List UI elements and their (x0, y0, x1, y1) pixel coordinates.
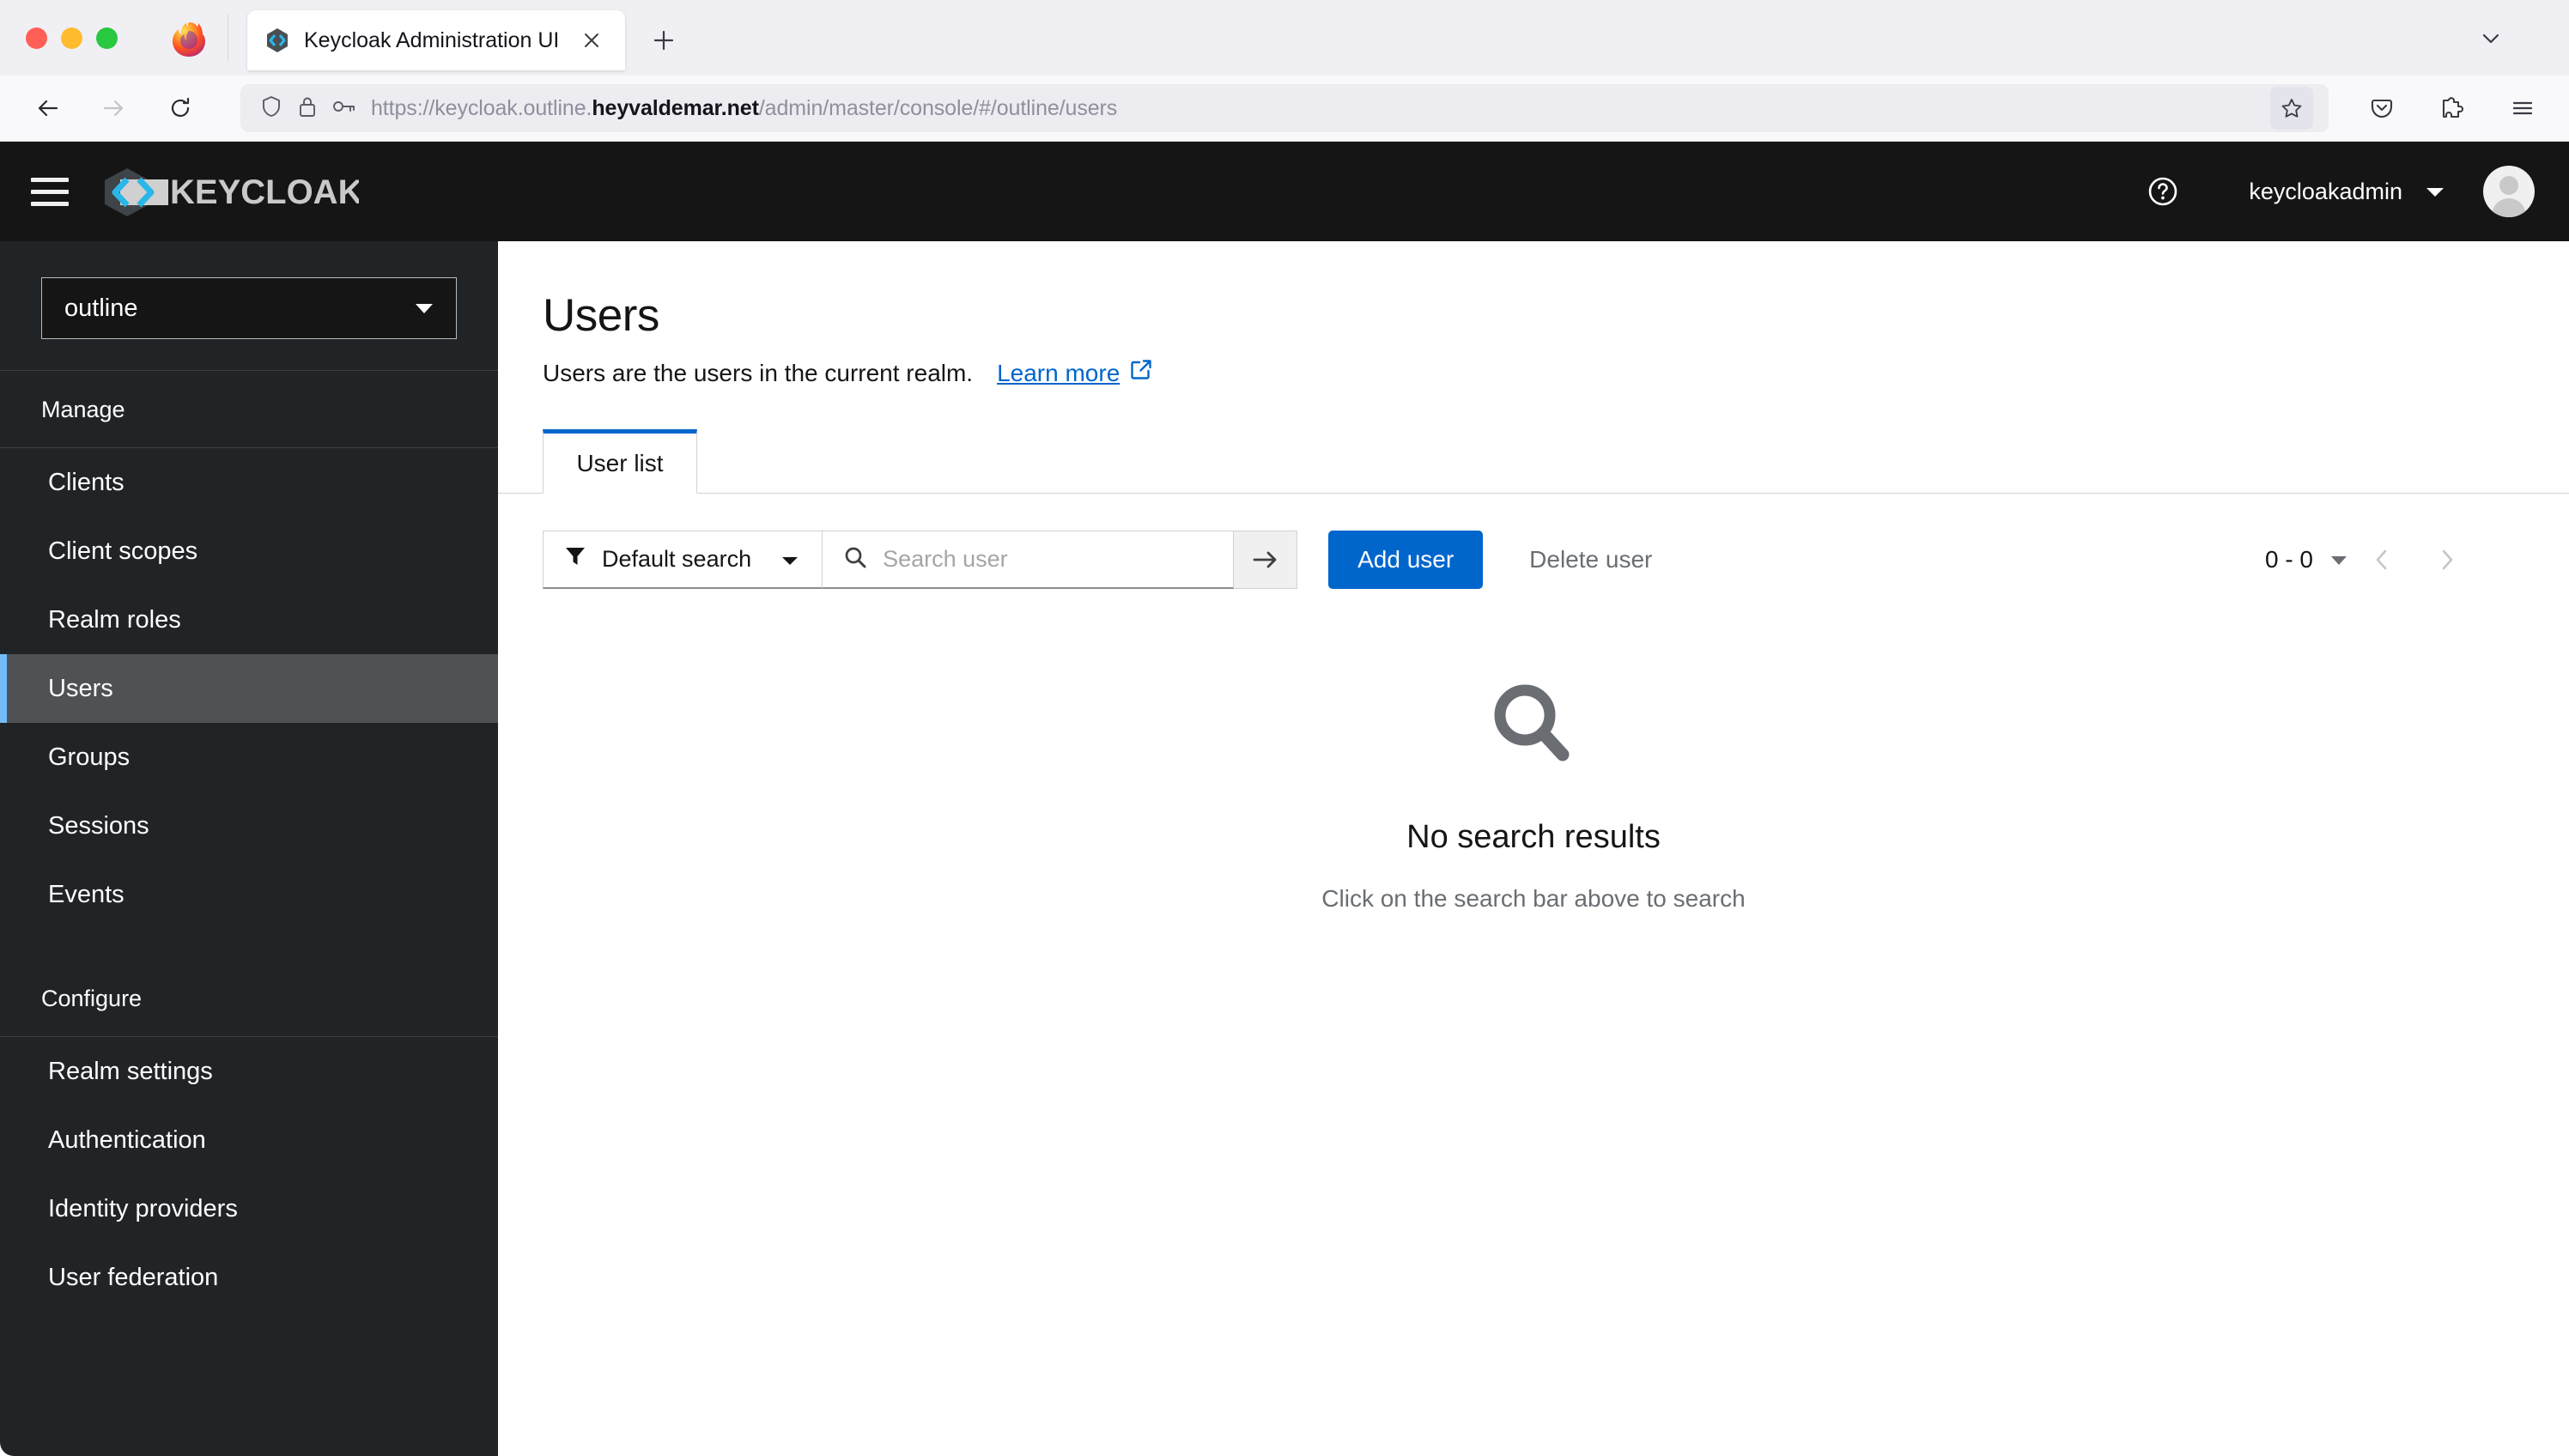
sidebar-item-label: Clients (48, 468, 125, 496)
app-body: outline Manage Clients Client scopes Rea… (0, 241, 2569, 1456)
keycloak-admin-app: KEYCLOAK keycloakadmin outline Manage Cl… (0, 142, 2569, 1456)
sidebar-item-label: Identity providers (48, 1194, 238, 1222)
browser-window: Keycloak Administration UI https://keycl… (0, 0, 2569, 1456)
sidebar-item-authentication[interactable]: Authentication (0, 1106, 498, 1174)
address-bar[interactable]: https://keycloak.outline.heyvaldemar.net… (240, 84, 2329, 132)
forward-arrow-icon (88, 82, 139, 134)
star-icon[interactable] (2270, 87, 2313, 130)
address-bar-url: https://keycloak.outline.heyvaldemar.net… (371, 95, 1118, 120)
sidebar-item-label: Realm settings (48, 1057, 213, 1085)
user-menu-button[interactable]: keycloakadmin (2249, 179, 2445, 205)
caret-down-icon (413, 294, 435, 323)
question-circle-icon[interactable] (2137, 166, 2189, 217)
search-input[interactable] (883, 546, 1213, 573)
minimize-window-button[interactable] (61, 27, 82, 49)
external-link-icon (1130, 359, 1152, 387)
realm-selector[interactable]: outline (41, 277, 457, 339)
keycloak-favicon-icon (264, 27, 290, 53)
tracking-protection-shield-icon[interactable] (259, 94, 283, 123)
sidebar-item-sessions[interactable]: Sessions (0, 792, 498, 860)
learn-more-link[interactable]: Learn more (997, 359, 1152, 387)
pagination-range: 0 - 0 (2264, 546, 2313, 573)
back-arrow-icon[interactable] (22, 82, 74, 134)
realm-selector-value: outline (64, 294, 138, 322)
tab-label: User list (576, 449, 664, 476)
empty-state-body: Click on the search bar above to search (1321, 885, 1746, 912)
browser-toolbar-actions (2342, 84, 2547, 132)
search-input-wrapper[interactable] (822, 531, 1235, 589)
app-masthead: KEYCLOAK keycloakadmin (0, 142, 2569, 241)
window-traffic-lights (14, 0, 118, 76)
add-user-button[interactable]: Add user (1328, 531, 1484, 589)
keycloak-logo[interactable]: KEYCLOAK (101, 166, 359, 217)
caret-down-icon (2425, 179, 2445, 205)
svg-text:KEYCLOAK: KEYCLOAK (170, 173, 359, 211)
page-description-row: Users are the users in the current realm… (543, 359, 2569, 387)
pocket-icon[interactable] (2358, 84, 2406, 132)
magnifier-icon (1484, 676, 1583, 780)
sidebar-item-label: Authentication (48, 1125, 206, 1154)
empty-state: No search results Click on the search ba… (498, 597, 2569, 1456)
sidebar-item-label: Client scopes (48, 537, 198, 565)
reload-icon[interactable] (155, 82, 206, 134)
user-list-toolbar: Default search Add user (498, 494, 2569, 597)
hamburger-menu-icon[interactable] (2499, 84, 2547, 132)
browser-tab-title: Keycloak Administration UI (304, 27, 560, 52)
search-type-label: Default search (602, 546, 752, 572)
sidebar-item-users[interactable]: Users (0, 654, 498, 723)
search-type-dropdown[interactable]: Default search (543, 531, 823, 589)
page-title: Users (543, 290, 659, 341)
sidebar-item-label: Events (48, 880, 125, 908)
sidebar-item-groups[interactable]: Groups (0, 723, 498, 792)
caret-down-icon (780, 546, 799, 573)
firefox-logo-icon (169, 20, 209, 59)
empty-state-title: No search results (1406, 819, 1661, 855)
browser-tab-active[interactable]: Keycloak Administration UI (247, 10, 625, 70)
sidebar-item-clients[interactable]: Clients (0, 448, 498, 517)
page-description: Users are the users in the current realm… (543, 359, 974, 386)
pagination-per-page-toggle[interactable] (2329, 553, 2349, 567)
learn-more-label: Learn more (997, 359, 1121, 386)
sidebar-toggle-button[interactable] (19, 177, 81, 206)
sidebar-item-label: Realm roles (48, 605, 181, 634)
sidebar-item-realm-roles[interactable]: Realm roles (0, 585, 498, 654)
pagination: 0 - 0 (2265, 531, 2524, 589)
close-tab-button[interactable] (575, 24, 608, 57)
padlock-icon[interactable] (297, 94, 318, 123)
sidebar-item-label: Sessions (48, 811, 149, 840)
tab-strip: User list (498, 428, 2569, 494)
sidebar-section-configure-heading: Configure (41, 986, 143, 1011)
browser-nav-bar: https://keycloak.outline.heyvaldemar.net… (0, 76, 2569, 142)
sidebar-item-client-scopes[interactable]: Client scopes (0, 517, 498, 585)
user-avatar-icon[interactable] (2483, 166, 2535, 217)
sidebar-item-user-federation[interactable]: User federation (0, 1243, 498, 1312)
maximize-window-button[interactable] (96, 27, 118, 49)
pagination-next-button[interactable] (2414, 531, 2480, 589)
sidebar: outline Manage Clients Client scopes Rea… (0, 241, 498, 1456)
close-window-button[interactable] (26, 27, 47, 49)
site-permissions-key-icon[interactable] (331, 95, 357, 122)
sidebar-item-label: Users (48, 674, 113, 702)
sidebar-item-events[interactable]: Events (0, 860, 498, 929)
magnifier-icon (843, 545, 867, 573)
page-header: Users Users are the users in the current… (498, 241, 2569, 387)
search-submit-button[interactable] (1234, 531, 1298, 589)
browser-tab-bar: Keycloak Administration UI (0, 0, 2569, 76)
main-content: Users Users are the users in the current… (498, 241, 2569, 1456)
new-tab-button[interactable] (641, 17, 687, 64)
sidebar-section-manage-heading: Manage (41, 397, 125, 422)
puzzle-piece-icon[interactable] (2428, 84, 2476, 132)
tab-user-list[interactable]: User list (543, 429, 697, 494)
pagination-prev-button[interactable] (2349, 531, 2414, 589)
sidebar-item-realm-settings[interactable]: Realm settings (0, 1037, 498, 1106)
user-menu-label: keycloakadmin (2249, 178, 2402, 204)
sidebar-item-label: User federation (48, 1263, 219, 1291)
sidebar-item-identity-providers[interactable]: Identity providers (0, 1174, 498, 1243)
list-all-tabs-button[interactable] (2469, 17, 2512, 60)
delete-user-button[interactable]: Delete user (1514, 546, 1667, 573)
sidebar-item-label: Groups (48, 743, 131, 771)
funnel-filter-icon (564, 545, 586, 573)
